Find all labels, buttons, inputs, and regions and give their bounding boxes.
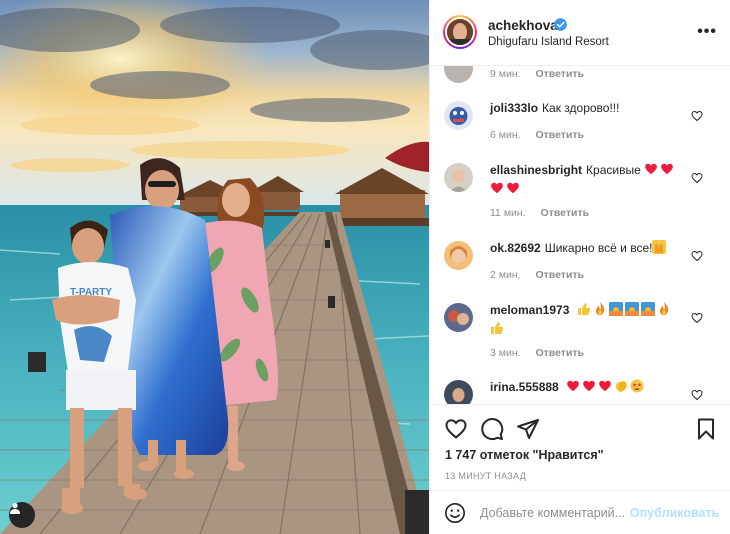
post-actions: 1 747 отметок "Нравится" 13 МИНУТ НАЗАД — [430, 404, 730, 490]
comment-bubble-icon[interactable] — [480, 417, 504, 441]
comment-input[interactable] — [480, 503, 630, 523]
paper-plane-icon[interactable] — [516, 417, 540, 441]
post-header: achekhova Dhigufaru Island Resort ••• — [430, 0, 730, 66]
likes-count[interactable]: 1 747 отметок "Нравится" — [445, 448, 604, 462]
sunset-photo-emoji-icon — [608, 302, 623, 316]
comment-meta: 9 мин. Ответить — [490, 68, 584, 80]
comment-like-heart-icon[interactable] — [691, 250, 703, 262]
reply-button[interactable]: Ответить — [535, 129, 584, 141]
reply-button[interactable]: Ответить — [535, 347, 584, 359]
commenter-username[interactable]: meloman1973 — [490, 303, 569, 317]
comment-like-heart-icon[interactable] — [691, 110, 703, 122]
commenter-avatar[interactable] — [444, 163, 473, 192]
fire-emoji-icon — [593, 302, 607, 316]
sunset-photo-emoji-icon — [640, 302, 655, 316]
commenter-avatar[interactable] — [444, 241, 473, 270]
red-heart-emoji-icon — [660, 162, 674, 176]
raising-hands-emoji-icon — [652, 240, 667, 254]
comment-meta: 3 мин. Ответить — [490, 347, 584, 359]
fire-emoji-icon — [657, 302, 671, 316]
comment-like-heart-icon[interactable] — [691, 172, 703, 184]
comment-time: 11 мин. — [490, 207, 526, 219]
comment-time: 6 мин. — [490, 129, 521, 141]
author-avatar[interactable] — [443, 15, 477, 49]
smiley-icon[interactable] — [444, 502, 466, 524]
commenter-avatar[interactable] — [444, 101, 473, 130]
red-heart-emoji-icon — [598, 379, 612, 393]
comment-meta: 11 мин. Ответить — [490, 207, 589, 219]
comment-text: Красивые — [586, 163, 641, 177]
red-heart-emoji-icon — [506, 181, 520, 195]
tagged-user-icon[interactable] — [9, 502, 35, 528]
comment-time: 3 мин. — [490, 347, 521, 359]
commenter-username[interactable]: ellashinesbright — [490, 163, 582, 177]
like-heart-icon[interactable] — [444, 417, 468, 441]
reply-button[interactable]: Ответить — [535, 269, 584, 281]
comment-text: Как здорово!!! — [542, 101, 620, 115]
comments-list[interactable]: 9 мин. Ответить joli333lo Как здорово!!! … — [430, 66, 730, 404]
bookmark-icon[interactable] — [694, 417, 718, 441]
reply-button[interactable]: Ответить — [535, 68, 584, 80]
commenter-username[interactable]: ok.82692 — [490, 241, 541, 255]
commenter-avatar[interactable] — [444, 66, 473, 83]
commenter-avatar[interactable] — [444, 380, 473, 404]
red-heart-emoji-icon — [490, 181, 504, 195]
photo-scene: T-PARTY — [0, 0, 429, 534]
commenter-username[interactable]: joli333lo — [490, 101, 538, 115]
red-heart-emoji-icon — [582, 379, 596, 393]
author-username[interactable]: achekhova — [488, 18, 558, 33]
post-timestamp[interactable]: 13 МИНУТ НАЗАД — [445, 471, 526, 481]
comment-composer: Опубликовать — [430, 490, 730, 534]
comment-meta: 2 мин. Ответить — [490, 269, 584, 281]
verified-badge-icon — [554, 18, 567, 36]
red-heart-emoji-icon — [566, 379, 580, 393]
thumbs-up-emoji-icon — [490, 321, 504, 335]
clapping-hands-emoji-icon — [614, 379, 628, 393]
star-struck-emoji-icon — [630, 379, 644, 393]
comment-time: 9 мин. — [490, 68, 521, 80]
post-side-panel: achekhova Dhigufaru Island Resort ••• 9 … — [429, 0, 730, 534]
commenter-username[interactable]: irina.555888 — [490, 380, 559, 394]
red-heart-emoji-icon — [644, 162, 658, 176]
comment-text: Шикарно всё и все! — [544, 241, 653, 255]
post-location[interactable]: Dhigufaru Island Resort — [488, 36, 609, 48]
comment-time: 2 мин. — [490, 269, 521, 281]
publish-button[interactable]: Опубликовать — [630, 506, 719, 520]
commenter-avatar[interactable] — [444, 303, 473, 332]
post-photo[interactable]: T-PARTY — [0, 0, 429, 534]
comment-like-heart-icon[interactable] — [691, 389, 703, 401]
more-options-icon[interactable]: ••• — [697, 24, 717, 40]
comment-like-heart-icon[interactable] — [691, 312, 703, 324]
comment-meta: 6 мин. Ответить — [490, 129, 584, 141]
thumbs-up-emoji-icon — [577, 302, 591, 316]
reply-button[interactable]: Ответить — [541, 207, 590, 219]
sunset-photo-emoji-icon — [624, 302, 639, 316]
